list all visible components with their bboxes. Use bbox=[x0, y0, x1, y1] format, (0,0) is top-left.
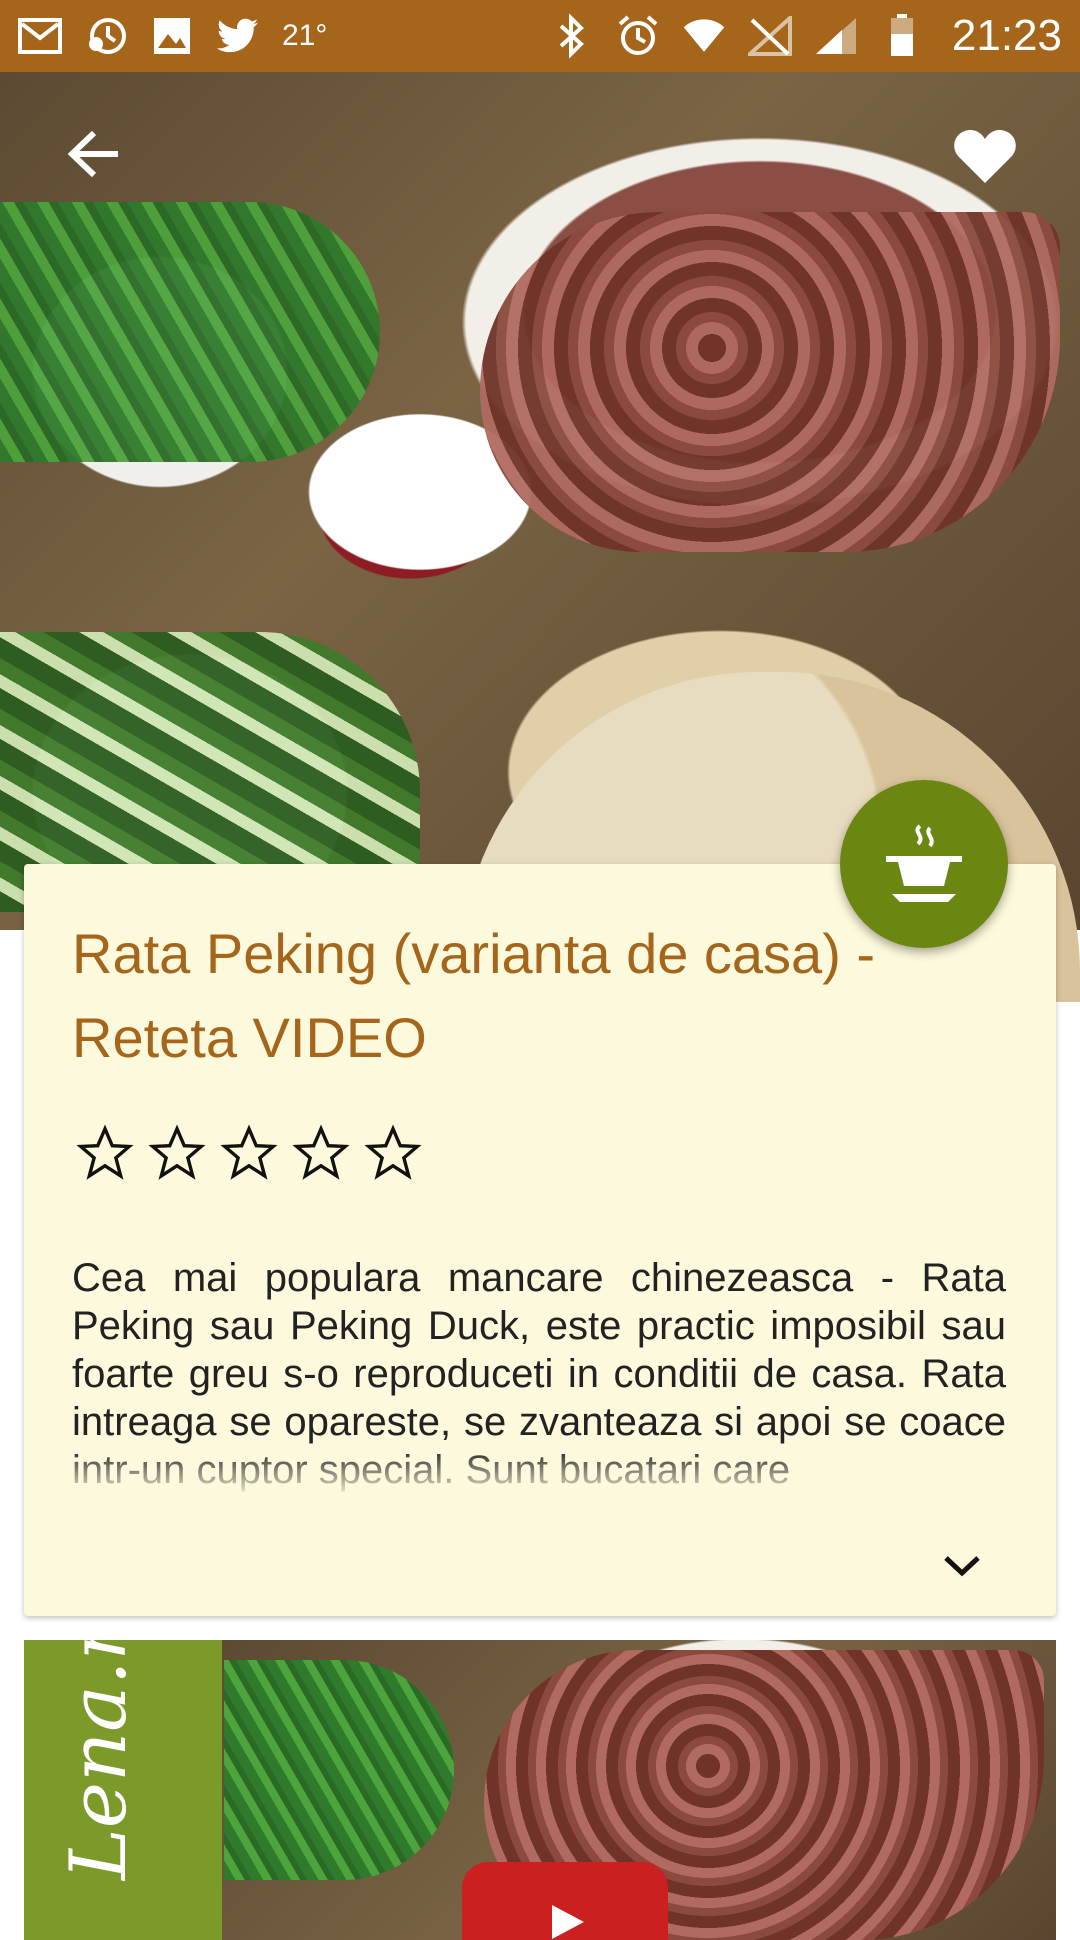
heart-icon bbox=[954, 129, 1016, 183]
star-icon[interactable] bbox=[220, 1124, 278, 1182]
brand-logo: Lena.ro bbox=[54, 1640, 144, 1880]
description-fade bbox=[72, 1448, 1006, 1498]
status-bar: 21° 21:23 bbox=[0, 0, 1080, 72]
back-button[interactable] bbox=[64, 124, 124, 184]
status-right-icons: 21:23 bbox=[550, 11, 1062, 61]
favorite-button[interactable] bbox=[950, 124, 1020, 188]
clock-time: 21:23 bbox=[951, 11, 1062, 60]
temperature-text: 21° bbox=[282, 19, 328, 52]
gmail-icon bbox=[18, 14, 62, 58]
recipe-title: Rata Peking (varianta de casa) - Reteta … bbox=[72, 922, 876, 1069]
recipe-description-container: Cea mai populara mancare chinezeasca - R… bbox=[72, 1254, 1006, 1498]
youtube-play-icon bbox=[552, 1905, 584, 1939]
youtube-play-button[interactable] bbox=[462, 1862, 668, 1940]
brand-banner: Lena.ro bbox=[24, 1640, 222, 1940]
star-icon[interactable] bbox=[364, 1124, 422, 1182]
star-icon[interactable] bbox=[292, 1124, 350, 1182]
status-left-icons: 21° bbox=[18, 14, 327, 58]
no-sim-icon bbox=[747, 14, 792, 58]
signal-icon bbox=[814, 14, 858, 58]
bluetooth-icon bbox=[550, 14, 594, 58]
star-icon[interactable] bbox=[148, 1124, 206, 1182]
cook-mode-fab[interactable] bbox=[840, 780, 1008, 948]
recipe-card: Rata Peking (varianta de casa) - Reteta … bbox=[24, 864, 1056, 1616]
alarm-icon bbox=[616, 14, 660, 58]
chevron-down-icon bbox=[944, 1556, 980, 1577]
cooking-pot-icon bbox=[886, 824, 962, 902]
arrow-back-icon bbox=[68, 130, 118, 178]
hero-duck-slices bbox=[480, 212, 1060, 552]
video-thumbnail[interactable]: Lena.ro bbox=[24, 1640, 1056, 1940]
wifi-icon bbox=[682, 14, 726, 58]
star-icon[interactable] bbox=[76, 1124, 134, 1182]
image-icon bbox=[150, 14, 194, 58]
backup-history-icon bbox=[84, 14, 128, 58]
video-green-onions bbox=[224, 1660, 454, 1880]
expand-description-button[interactable] bbox=[920, 1524, 1004, 1608]
hero-green-onions bbox=[0, 202, 380, 462]
rating-stars[interactable] bbox=[76, 1124, 422, 1182]
twitter-icon bbox=[216, 14, 260, 58]
battery-icon bbox=[880, 14, 924, 58]
